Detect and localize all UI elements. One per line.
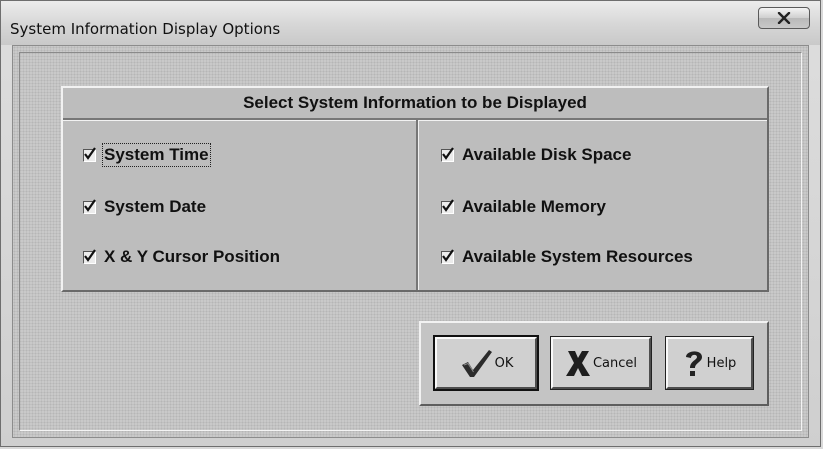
option-system-time[interactable]: System Time (83, 143, 211, 167)
options-panel: Select System Information to be Displaye… (61, 86, 769, 292)
option-disk-space[interactable]: Available Disk Space (441, 143, 631, 167)
disk-space-checkbox[interactable] (441, 146, 454, 162)
system-resources-checkbox[interactable] (441, 248, 454, 264)
close-icon (777, 12, 791, 24)
column-divider (416, 120, 418, 290)
x-icon (565, 351, 590, 376)
memory-label: Available Memory (462, 197, 606, 216)
system-resources-label: Available System Resources (462, 247, 693, 266)
system-date-label: System Date (104, 197, 207, 216)
ok-button[interactable]: OK (433, 335, 539, 391)
disk-space-label: Available Disk Space (462, 145, 632, 164)
option-system-resources[interactable]: Available System Resources (441, 245, 693, 269)
dialog-window: System Information Display Options Selec… (0, 0, 821, 447)
checkmark-icon (84, 198, 96, 212)
title-bar[interactable]: System Information Display Options (1, 1, 820, 45)
system-time-checkbox[interactable] (83, 146, 96, 162)
panel-heading: Select System Information to be Displaye… (63, 88, 767, 120)
checkmark-icon (442, 198, 454, 212)
question-mark-icon (685, 351, 702, 376)
system-time-label: System Time (102, 143, 211, 167)
button-group: OK Cancel Help (419, 321, 769, 406)
memory-checkbox[interactable] (441, 198, 454, 214)
help-button[interactable]: Help (665, 336, 754, 390)
ok-label: OK (494, 355, 514, 371)
help-label: Help (706, 355, 737, 371)
option-cursor-position[interactable]: X & Y Cursor Position (83, 245, 280, 269)
window-title: System Information Display Options (10, 20, 281, 38)
checkmark-icon (461, 350, 492, 377)
checkmark-icon (442, 146, 454, 160)
option-system-date[interactable]: System Date (83, 195, 206, 219)
system-date-checkbox[interactable] (83, 198, 96, 214)
cursor-position-checkbox[interactable] (83, 248, 96, 264)
checkmark-icon (442, 248, 454, 262)
cancel-button[interactable]: Cancel (550, 336, 652, 390)
option-memory[interactable]: Available Memory (441, 195, 606, 219)
cursor-position-label: X & Y Cursor Position (104, 247, 281, 266)
checkmark-icon (84, 146, 96, 160)
close-button[interactable] (758, 7, 810, 29)
cancel-label: Cancel (592, 355, 638, 371)
checkmark-icon (84, 248, 96, 262)
